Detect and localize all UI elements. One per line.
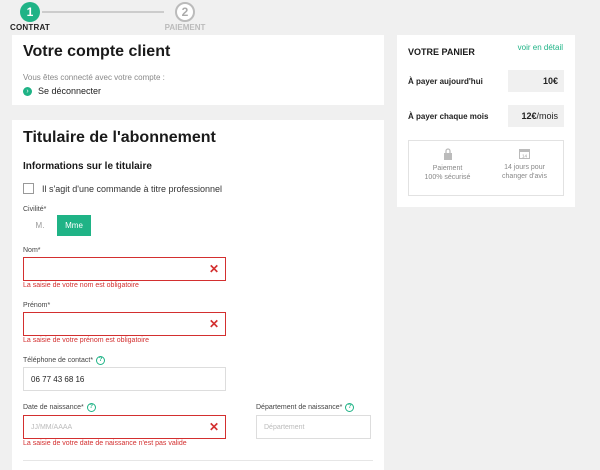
withdrawal-line-2: changer d'avis [502,173,547,180]
phone-value: 06 77 43 68 16 [31,374,85,384]
logout-link[interactable]: › Se déconnecter [23,86,373,96]
help-icon[interactable]: ? [86,403,96,412]
step-paiement: 2 PAIEMENT [160,2,210,32]
monthly-label: À payer chaque mois [408,111,489,121]
cart-info-box: Paiement 100% sécurisé 14 14 jours pour … [408,140,564,196]
pro-checkbox[interactable] [23,183,34,194]
monthly-amount-value: 12€ [521,111,537,121]
birthdate-placeholder: JJ/MM/AAAA [31,423,73,431]
stepper-line [42,11,164,13]
secure-payment-line-2: 100% sécurisé [424,174,471,181]
error-x-icon: ✕ [208,262,219,276]
withdrawal-line-1: 14 jours pour [504,164,545,171]
civility-selector: M. Mme [23,215,91,236]
cart-card: VOTRE PANIER voir en détail À payer aujo… [397,35,575,207]
today-label: À payer aujourd'hui [408,76,483,86]
nom-input[interactable]: ✕ [23,257,226,281]
prenom-label-text: Prénom* [23,302,51,309]
nom-label-text: Nom* [23,247,41,254]
calendar-icon: 14 [519,149,530,159]
connected-text: Vous êtes connecté avec votre compte : [23,73,165,82]
error-x-icon: ✕ [208,420,219,434]
checkout-stepper: 1 CONTRAT 2 PAIEMENT [0,0,600,32]
step-2-number: 2 [175,2,195,22]
nom-error: La saisie de votre nom est obligatoire [23,282,139,289]
step-contrat: 1 CONTRAT [8,2,52,32]
prenom-error: La saisie de votre prénom est obligatoir… [23,337,150,344]
section-divider [23,460,373,461]
step-2-label: PAIEMENT [164,23,206,32]
pro-checkbox-label: Il s'agit d'une commande à titre profess… [42,183,223,194]
holder-title: Titulaire de l'abonnement [23,129,216,146]
account-title: Votre compte client [23,43,171,60]
birthdate-input[interactable]: JJ/MM/AAAA ✕ [23,415,226,439]
lock-icon [443,148,452,160]
civility-option-m[interactable]: M. [23,215,57,236]
monthly-unit: /mois [536,111,558,121]
phone-label-text: Téléphone de contact* [23,357,94,364]
birth-dept-label: Département de naissance* ? [256,403,355,412]
pro-checkbox-row[interactable]: Il s'agit d'une commande à titre profess… [23,183,222,194]
birthdate-label: Date de naissance* ? [23,403,96,412]
birth-dept-label-text: Département de naissance* [256,404,343,411]
step-1-label: CONTRAT [10,23,50,32]
phone-input[interactable]: 06 77 43 68 16 [23,367,226,391]
secure-payment-line-1: Paiement [432,165,463,172]
step-1-number: 1 [20,2,40,22]
prenom-label: Prénom* [23,302,50,309]
monthly-amount: 12€/mois [508,105,564,127]
cart-row-today: À payer aujourd'hui 10€ [408,70,564,92]
today-amount: 10€ [508,70,564,92]
help-icon[interactable]: ? [96,356,106,365]
svg-text:14: 14 [522,153,528,158]
secure-payment-info: Paiement 100% sécurisé [409,141,486,195]
account-card: Votre compte client Vous êtes connecté a… [12,35,384,105]
birth-dept-input[interactable]: Département [256,415,371,439]
prenom-input[interactable]: ✕ [23,312,226,336]
civility-label: Civilité* [23,206,46,213]
nom-label: Nom* [23,247,41,254]
birth-dept-placeholder: Département [264,423,305,431]
chevron-right-icon: › [23,86,32,96]
holder-subtitle: Informations sur le titulaire [23,161,152,172]
holder-card: Titulaire de l'abonnement Informations s… [12,120,384,470]
withdrawal-info: 14 14 jours pour changer d'avis [486,141,563,195]
help-icon[interactable]: ? [345,403,355,412]
birthdate-label-text: Date de naissance* [23,404,84,411]
error-x-icon: ✕ [208,317,219,331]
civility-label-text: Civilité* [23,206,47,213]
civility-option-mme[interactable]: Mme [57,215,91,236]
today-amount-value: 10€ [542,76,558,86]
birthdate-error: La saisie de votre date de naissance n'e… [23,440,187,447]
phone-label: Téléphone de contact* ? [23,356,106,365]
logout-label: Se déconnecter [38,86,102,96]
cart-row-monthly: À payer chaque mois 12€/mois [408,105,564,127]
cart-detail-link[interactable]: voir en détail [518,43,563,52]
